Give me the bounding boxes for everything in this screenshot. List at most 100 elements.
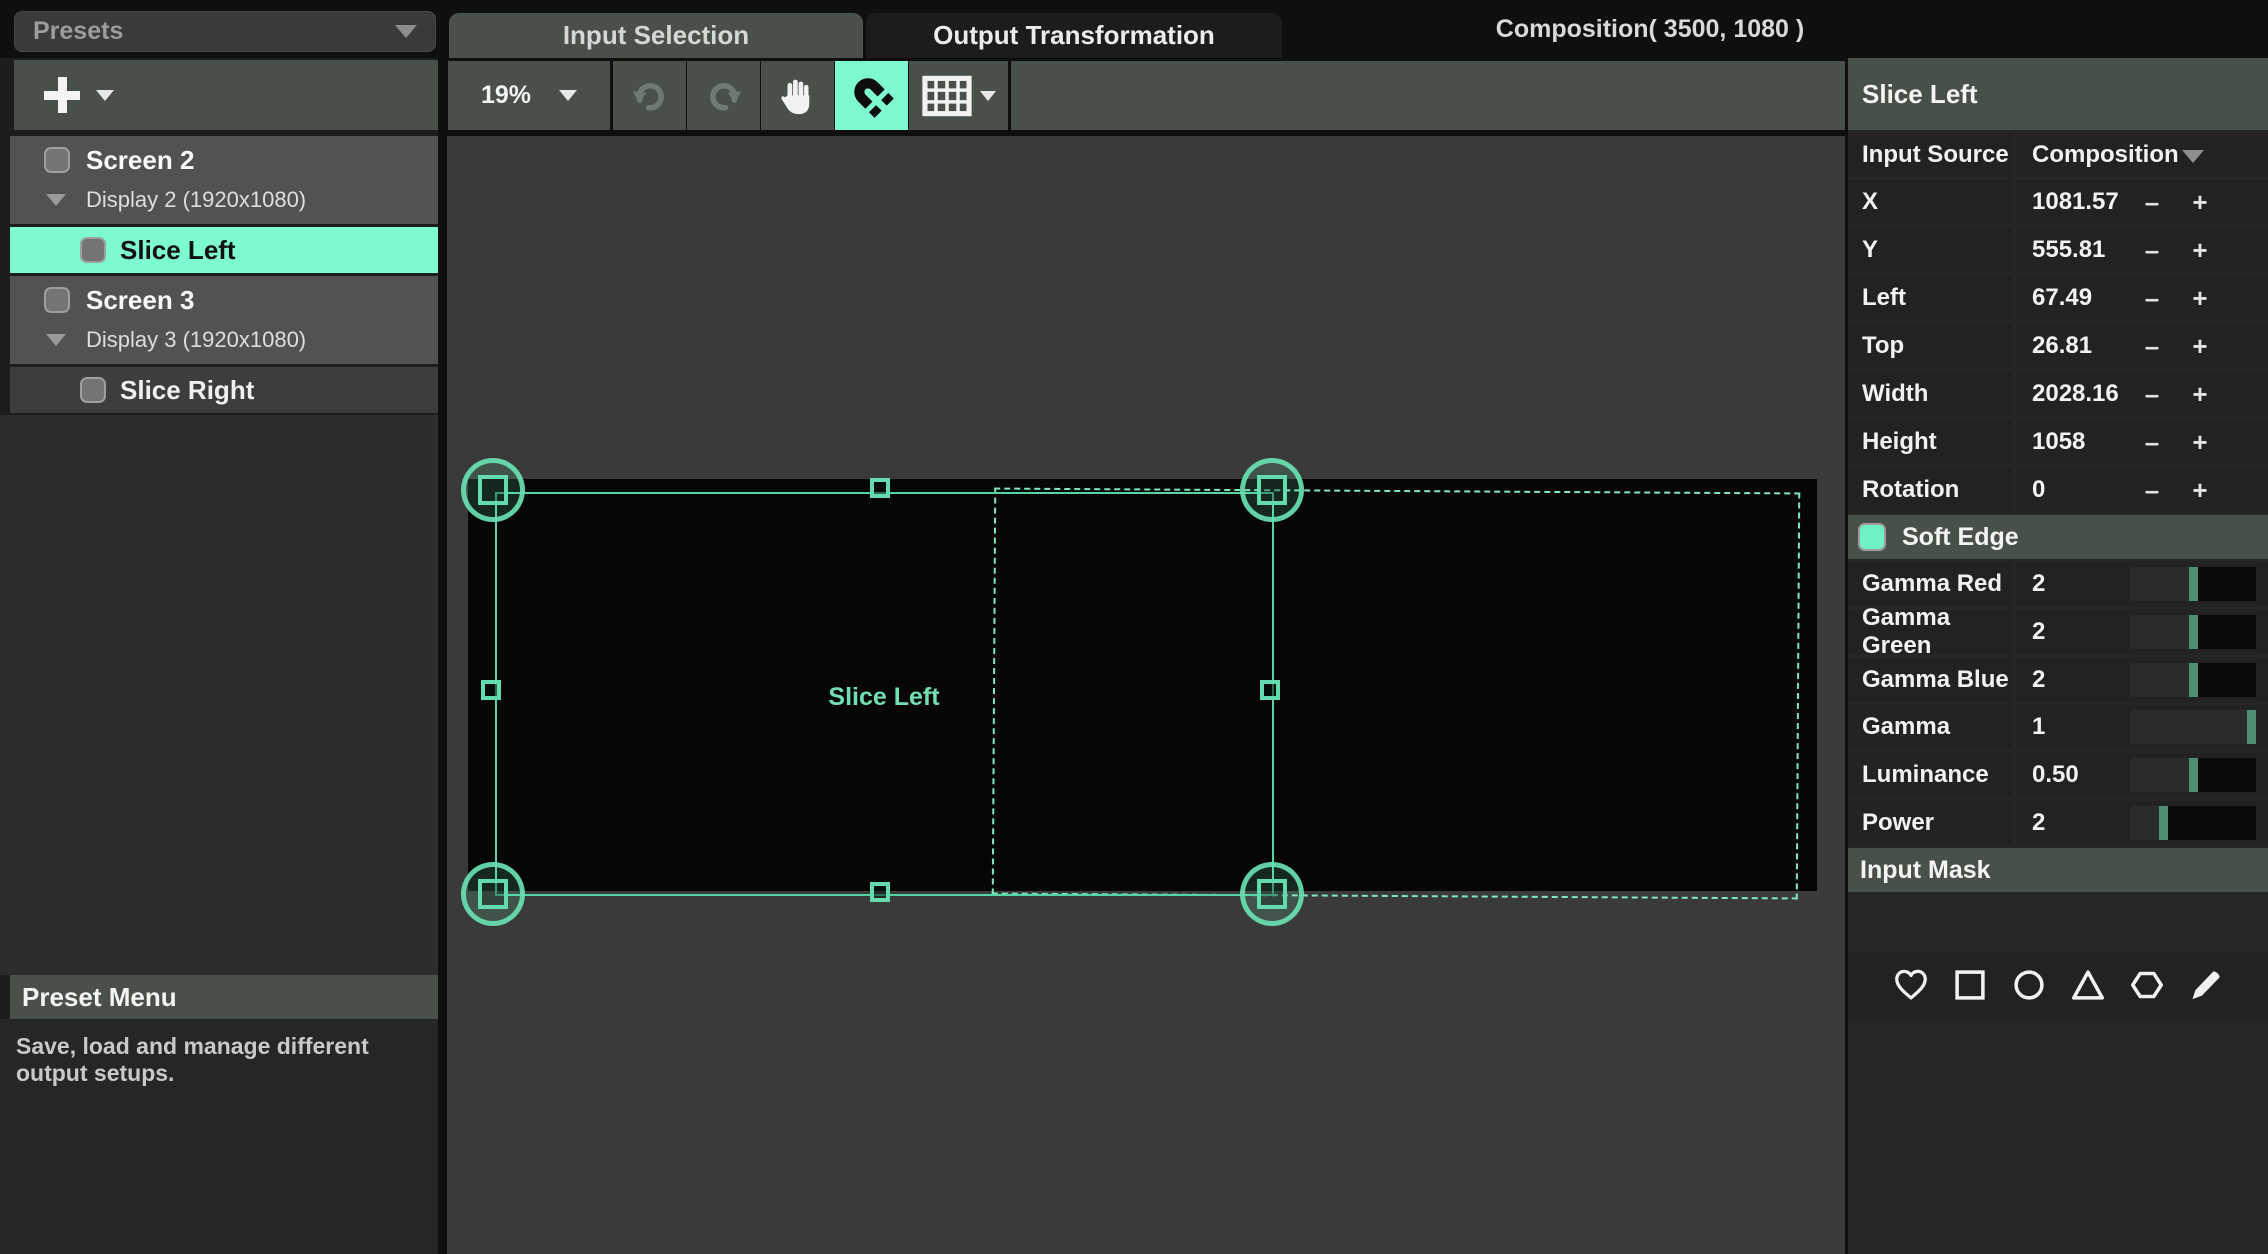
circle-mask-icon[interactable] — [2010, 966, 2048, 1004]
y-increment-button[interactable]: + — [2186, 228, 2214, 272]
add-icon[interactable] — [44, 77, 80, 113]
handle-bottom-left[interactable] — [461, 862, 525, 926]
input-source-label: Input Source — [1848, 133, 2012, 177]
power-value[interactable]: 2 — [2032, 801, 2045, 845]
soft-edge-checkbox[interactable] — [1858, 523, 1886, 551]
x-decrement-button[interactable]: – — [2138, 180, 2166, 224]
handle-top-center[interactable] — [870, 478, 890, 498]
slider-handle[interactable] — [2189, 567, 2198, 601]
y-decrement-button[interactable]: – — [2138, 228, 2166, 272]
collapse-triangle-icon[interactable] — [46, 194, 66, 206]
soft-edge-label: Soft Edge — [1902, 523, 2019, 552]
tree-item-slice-left[interactable]: Slice Left — [10, 227, 438, 273]
top-value[interactable]: 26.81 — [2032, 324, 2092, 368]
gamma-green-value[interactable]: 2 — [2032, 610, 2045, 654]
x-increment-button[interactable]: + — [2186, 180, 2214, 224]
redo-button[interactable] — [687, 61, 760, 130]
handle-top-left[interactable] — [461, 458, 525, 522]
handle-middle-right[interactable] — [1260, 680, 1280, 700]
left-increment-button[interactable]: + — [2186, 276, 2214, 320]
gamma-green-slider[interactable] — [2130, 615, 2256, 649]
height-field: 1058 – + — [2016, 420, 2268, 464]
preset-menu-description-area: Save, load and manage different output s… — [0, 1019, 438, 1254]
left-value[interactable]: 67.49 — [2032, 276, 2092, 320]
y-value[interactable]: 555.81 — [2032, 228, 2105, 272]
top-increment-button[interactable]: + — [2186, 324, 2214, 368]
screen-3-label: Screen 3 — [86, 285, 194, 316]
input-source-dropdown[interactable]: Composition — [2016, 133, 2268, 177]
height-value[interactable]: 1058 — [2032, 420, 2085, 464]
handle-top-right[interactable] — [1240, 458, 1304, 522]
add-menu-caret-icon[interactable] — [96, 90, 114, 101]
gamma-red-slider[interactable] — [2130, 567, 2256, 601]
tab-output-transformation[interactable]: Output Transformation — [866, 13, 1282, 58]
gamma-blue-value[interactable]: 2 — [2032, 658, 2045, 702]
rotation-decrement-button[interactable]: – — [2138, 468, 2166, 512]
handle-bottom-right[interactable] — [1240, 862, 1304, 926]
width-value[interactable]: 2028.16 — [2032, 372, 2119, 416]
undo-button[interactable] — [613, 61, 686, 130]
inspector-title-label: Slice Left — [1862, 79, 1978, 110]
presets-dropdown[interactable]: Presets — [14, 11, 436, 52]
slider-fill — [2130, 758, 2193, 792]
top-field: 26.81 – + — [2016, 324, 2268, 368]
gamma-value[interactable]: 1 — [2032, 705, 2045, 749]
slice-right-label: Slice Right — [120, 375, 254, 406]
rotation-increment-button[interactable]: + — [2186, 468, 2214, 512]
handle-bottom-center[interactable] — [870, 882, 890, 902]
chevron-down-icon — [2182, 150, 2204, 163]
x-label: X — [1848, 180, 2012, 224]
gamma-slider[interactable] — [2130, 710, 2256, 744]
pencil-edit-icon[interactable] — [2187, 966, 2225, 1004]
luminance-slider[interactable] — [2130, 758, 2256, 792]
output-canvas[interactable]: Slice Left — [447, 136, 1845, 1254]
gamma-green-label: Gamma Green — [1848, 610, 2012, 654]
gamma-blue-slider[interactable] — [2130, 663, 2256, 697]
slider-handle[interactable] — [2189, 663, 2198, 697]
hand-icon — [777, 75, 819, 117]
grid-options-button[interactable] — [909, 61, 1008, 130]
tree-group-screen-3[interactable]: Screen 3 Display 3 (1920x1080) — [10, 276, 438, 364]
slice-left-canvas-label: Slice Left — [799, 683, 969, 712]
height-decrement-button[interactable]: – — [2138, 420, 2166, 464]
screen-3-checkbox[interactable] — [44, 287, 70, 313]
add-screen-bar — [14, 60, 438, 130]
snap-magnet-button[interactable] — [835, 61, 908, 130]
top-decrement-button[interactable]: – — [2138, 324, 2166, 368]
zoom-level-dropdown[interactable]: 19% — [448, 61, 610, 130]
square-mask-icon[interactable] — [1951, 966, 1989, 1004]
slice-right-checkbox[interactable] — [80, 377, 106, 403]
left-decrement-button[interactable]: – — [2138, 276, 2166, 320]
tree-item-slice-right[interactable]: Slice Right — [10, 367, 438, 413]
input-mask-toolbar — [1848, 951, 2268, 1019]
slider-handle[interactable] — [2189, 615, 2198, 649]
collapse-triangle-icon[interactable] — [46, 334, 66, 346]
heart-mask-icon[interactable] — [1892, 966, 1930, 1004]
chevron-down-icon — [395, 25, 417, 38]
height-increment-button[interactable]: + — [2186, 420, 2214, 464]
tree-group-screen-2[interactable]: Screen 2 Display 2 (1920x1080) — [10, 136, 438, 224]
rotation-value[interactable]: 0 — [2032, 468, 2045, 512]
slider-handle[interactable] — [2189, 758, 2198, 792]
pan-hand-button[interactable] — [761, 61, 834, 130]
gamma-red-value[interactable]: 2 — [2032, 562, 2045, 606]
hexagon-mask-icon[interactable] — [2128, 966, 2166, 1004]
screen-2-checkbox[interactable] — [44, 147, 70, 173]
slice-inspector: Slice Left Input Source Composition X 10… — [1848, 58, 2268, 1254]
composition-size-label: Composition( 3500, 1080 ) — [1420, 0, 1880, 58]
slider-handle[interactable] — [2159, 806, 2168, 840]
slice-left-checkbox[interactable] — [80, 237, 106, 263]
triangle-mask-icon[interactable] — [2069, 966, 2107, 1004]
slider-handle[interactable] — [2247, 710, 2256, 744]
tab-input-selection[interactable]: Input Selection — [449, 13, 863, 58]
power-slider[interactable] — [2130, 806, 2256, 840]
luminance-value[interactable]: 0.50 — [2032, 753, 2079, 797]
gamma-green-field: 2 — [2016, 610, 2268, 654]
width-decrement-button[interactable]: – — [2138, 372, 2166, 416]
x-value[interactable]: 1081.57 — [2032, 180, 2119, 224]
width-increment-button[interactable]: + — [2186, 372, 2214, 416]
advanced-output-window: Presets Input Selection Output Transform… — [0, 0, 2268, 1254]
y-label: Y — [1848, 228, 2012, 272]
handle-middle-left[interactable] — [481, 680, 501, 700]
slider-fill — [2130, 663, 2193, 697]
